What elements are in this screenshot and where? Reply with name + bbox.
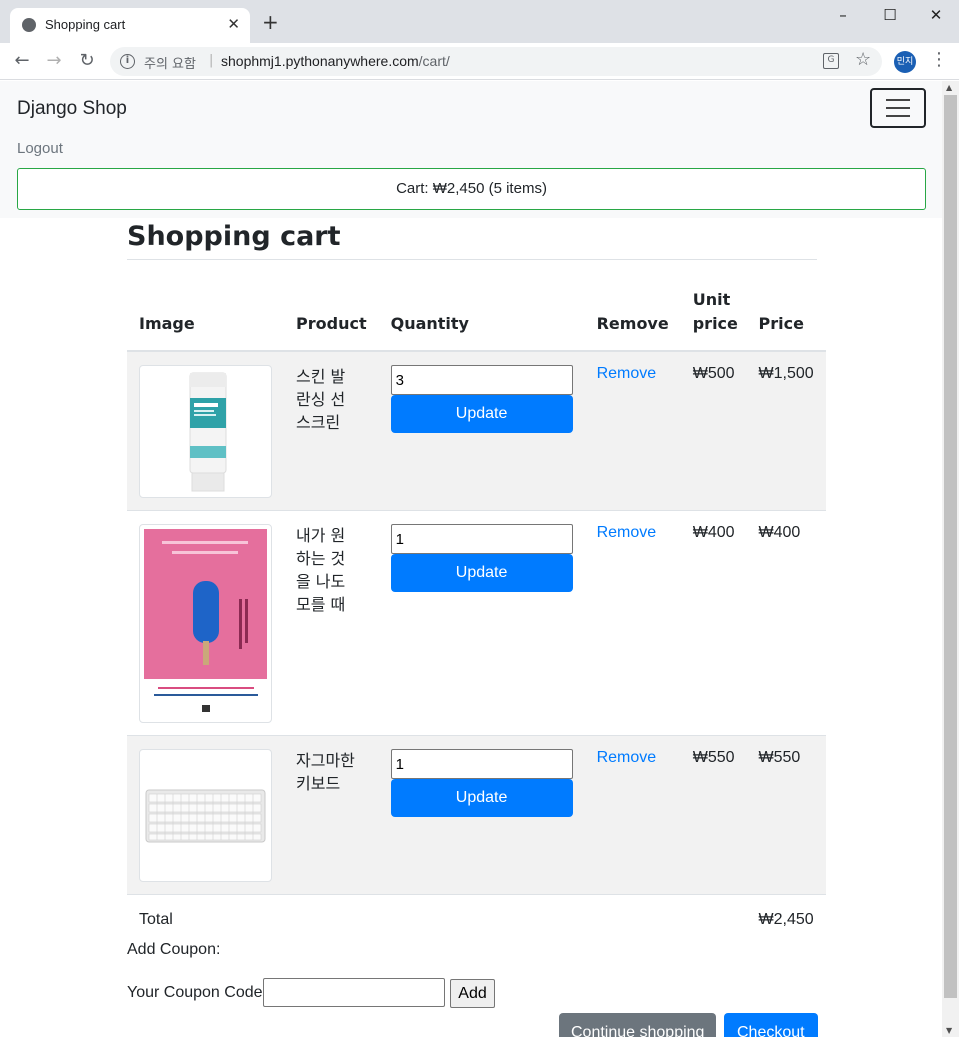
back-arrow-icon[interactable]: ← (10, 49, 34, 73)
scroll-thumb[interactable] (944, 95, 957, 998)
url-path: /cart/ (418, 53, 450, 69)
browser-tab[interactable]: Shopping cart ✕ (10, 8, 250, 43)
scroll-up-arrow-icon[interactable]: ▲ (946, 83, 952, 92)
reload-icon[interactable]: ↻ (75, 49, 99, 73)
more-menu-icon[interactable]: ⋮ (930, 49, 948, 70)
update-button[interactable]: Update (390, 395, 573, 433)
unit-price-cell: ₩550 (680, 735, 747, 895)
info-icon[interactable]: i (120, 54, 135, 69)
sunscreen-tube-image (189, 372, 227, 492)
checkout-button[interactable]: Checkout (724, 1013, 818, 1037)
hamburger-line (886, 99, 910, 101)
price-cell: ₩1,500 (746, 350, 826, 511)
keyboard-image (145, 789, 266, 843)
url-host: shophmj1.pythonanywhere.com (221, 53, 419, 69)
unit-price-cell: ₩400 (680, 510, 747, 736)
product-cell: 자그마한 키보드 (284, 735, 379, 895)
page-viewport: Django Shop Logout Cart: ₩2,450 (5 items… (0, 81, 942, 1037)
product-thumbnail[interactable] (139, 365, 272, 498)
tab-title: Shopping cart (45, 17, 126, 32)
globe-icon (22, 18, 36, 32)
image-cell (127, 735, 284, 895)
total-value: ₩2,450 (746, 894, 826, 945)
close-tab-icon[interactable]: ✕ (227, 15, 240, 33)
logout-link[interactable]: Logout (17, 140, 63, 157)
security-label: 주의 요함 (144, 57, 196, 72)
browser-tab-bar: Shopping cart ✕ + – ☐ ✕ (0, 0, 959, 43)
page-title: Shopping cart (127, 221, 341, 252)
new-tab-button[interactable]: + (262, 12, 279, 32)
remove-link[interactable]: Remove (597, 524, 657, 541)
forward-arrow-icon[interactable]: → (42, 49, 66, 73)
coupon-heading: Add Coupon: (127, 941, 221, 958)
update-button[interactable]: Update (390, 554, 573, 592)
book-cover-image (144, 529, 267, 718)
header-remove: Remove (584, 274, 681, 352)
profile-avatar[interactable]: 민지 (894, 51, 916, 73)
image-cell (127, 510, 284, 736)
header-unit-price: Unit price (680, 274, 747, 352)
table-header-row: Image Product Quantity Remove Unit price… (127, 274, 826, 352)
remove-link[interactable]: Remove (597, 365, 657, 382)
maximize-button[interactable]: ☐ (875, 6, 905, 26)
header-product: Product (284, 274, 379, 352)
price-cell: ₩550 (746, 735, 826, 895)
table-row: 스킨 발란싱 선스크린 Update Remove ₩500 ₩1,500 (127, 350, 826, 511)
product-name[interactable]: 자그마한 키보드 (296, 749, 364, 795)
quantity-input[interactable] (390, 524, 573, 554)
quantity-cell: Update (378, 510, 585, 736)
table-row: 자그마한 키보드 Update Remove ₩550 ₩550 (127, 735, 826, 895)
product-cell: 스킨 발란싱 선스크린 (284, 350, 379, 511)
price-cell: ₩400 (746, 510, 826, 736)
cart-summary-alert: Cart: ₩2,450 (5 items) (17, 168, 926, 210)
address-bar[interactable]: i 주의 요함 | shophmj1.pythonanywhere.com/ca… (110, 47, 882, 76)
unit-price-cell: ₩500 (680, 350, 747, 511)
remove-cell: Remove (584, 350, 681, 511)
header-price: Price (746, 274, 826, 352)
url-text[interactable]: shophmj1.pythonanywhere.com/cart/ (221, 53, 450, 69)
product-thumbnail[interactable] (139, 749, 272, 882)
header-unit-price-text: Unit price (692, 290, 738, 333)
hamburger-line (886, 107, 910, 109)
coupon-code-label: Your Coupon Code: (127, 984, 267, 1001)
omnibox-divider: | (209, 53, 214, 68)
title-divider (127, 259, 817, 260)
quantity-cell: Update (378, 350, 585, 511)
translate-icon[interactable]: G (823, 53, 839, 69)
product-cell: 내가 원하는 것을 나도 모를 때 (284, 510, 379, 736)
bookmark-star-icon[interactable]: ☆ (855, 49, 871, 70)
browser-toolbar: ← → ↻ i 주의 요함 | shophmj1.pythonanywhere.… (0, 43, 959, 80)
navbar-toggler-button[interactable] (870, 88, 926, 128)
header-image: Image (127, 274, 284, 352)
header-quantity: Quantity (378, 274, 585, 352)
product-name[interactable]: 내가 원하는 것을 나도 모를 때 (296, 524, 356, 616)
update-button[interactable]: Update (390, 779, 573, 817)
image-cell (127, 350, 284, 511)
cart-table: Image Product Quantity Remove Unit price… (127, 274, 826, 945)
add-coupon-button[interactable]: Add (450, 979, 495, 1008)
quantity-input[interactable] (390, 365, 573, 395)
total-label: Total (127, 894, 284, 945)
product-name[interactable]: 스킨 발란싱 선스크린 (296, 365, 356, 434)
minimize-button[interactable]: – (828, 6, 858, 26)
total-spacer (284, 894, 747, 945)
scroll-down-arrow-icon[interactable]: ▼ (946, 1026, 952, 1035)
total-row: Total ₩2,450 (127, 894, 826, 945)
quantity-cell: Update (378, 735, 585, 895)
hamburger-line (886, 115, 910, 117)
page-scrollbar[interactable]: ▲ ▼ (942, 81, 959, 1037)
remove-cell: Remove (584, 510, 681, 736)
table-row: 내가 원하는 것을 나도 모를 때 Update Remove ₩400 ₩40… (127, 510, 826, 736)
product-thumbnail[interactable] (139, 524, 272, 723)
remove-cell: Remove (584, 735, 681, 895)
quantity-input[interactable] (390, 749, 573, 779)
site-brand[interactable]: Django Shop (17, 98, 127, 120)
continue-shopping-button[interactable]: Continue shopping (559, 1013, 717, 1037)
close-window-button[interactable]: ✕ (921, 6, 951, 26)
remove-link[interactable]: Remove (597, 749, 657, 766)
coupon-code-input[interactable] (263, 978, 445, 1007)
site-navbar: Django Shop Logout Cart: ₩2,450 (5 items… (0, 81, 942, 218)
